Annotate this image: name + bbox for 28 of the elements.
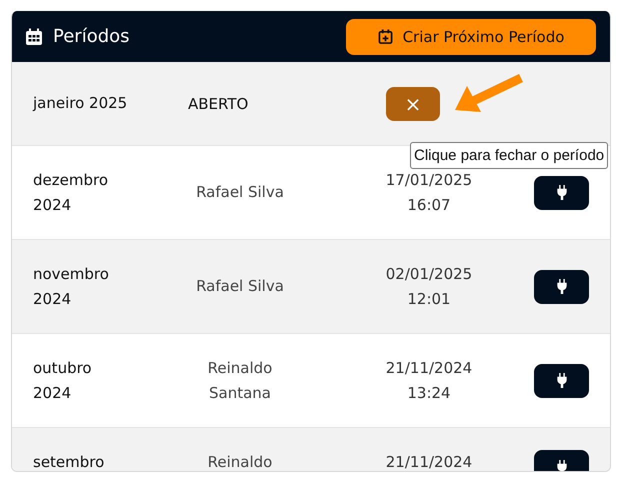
month-cell-text: setembro: [33, 452, 106, 471]
plug-icon: [556, 279, 568, 294]
plug-icon: [556, 460, 568, 471]
close-period-button[interactable]: ×: [386, 86, 440, 120]
plug-icon: [556, 373, 568, 388]
user-cell-text: Rafael Silva: [195, 182, 285, 203]
plug-icon: [556, 185, 568, 200]
month-cell-text: novembro 2024: [33, 264, 110, 310]
user-cell-text: Reinaldo: [206, 452, 274, 471]
date-cell-text: 21/11/2024: [384, 452, 474, 471]
create-period-button[interactable]: Criar Próximo Período: [346, 18, 596, 54]
reopen-button[interactable]: [534, 364, 589, 398]
status-cell-text: ABERTO: [187, 94, 250, 112]
month-cell-text: janeiro 2025: [33, 93, 128, 114]
date-cell-text: 21/11/2024 13:24: [384, 358, 474, 404]
calendar-icon: [25, 28, 43, 46]
page-title: Períodos: [53, 26, 130, 47]
reopen-button[interactable]: [534, 176, 589, 210]
month-cell-text: outubro 2024: [33, 358, 93, 404]
calendar-plus-icon: [378, 29, 393, 44]
user-cell-text: Rafael Silva: [195, 276, 285, 297]
date-cell-text: 02/01/2025 12:01: [384, 264, 474, 310]
pointer-arrow: [455, 74, 523, 112]
user-cell-text: Reinaldo Santana: [206, 358, 274, 404]
reopen-button[interactable]: [534, 270, 589, 304]
date-cell-text: 17/01/2025 16:07: [384, 170, 474, 216]
tooltip: Clique para fechar o período: [410, 142, 608, 169]
month-cell-text: dezembro 2024: [33, 170, 109, 216]
